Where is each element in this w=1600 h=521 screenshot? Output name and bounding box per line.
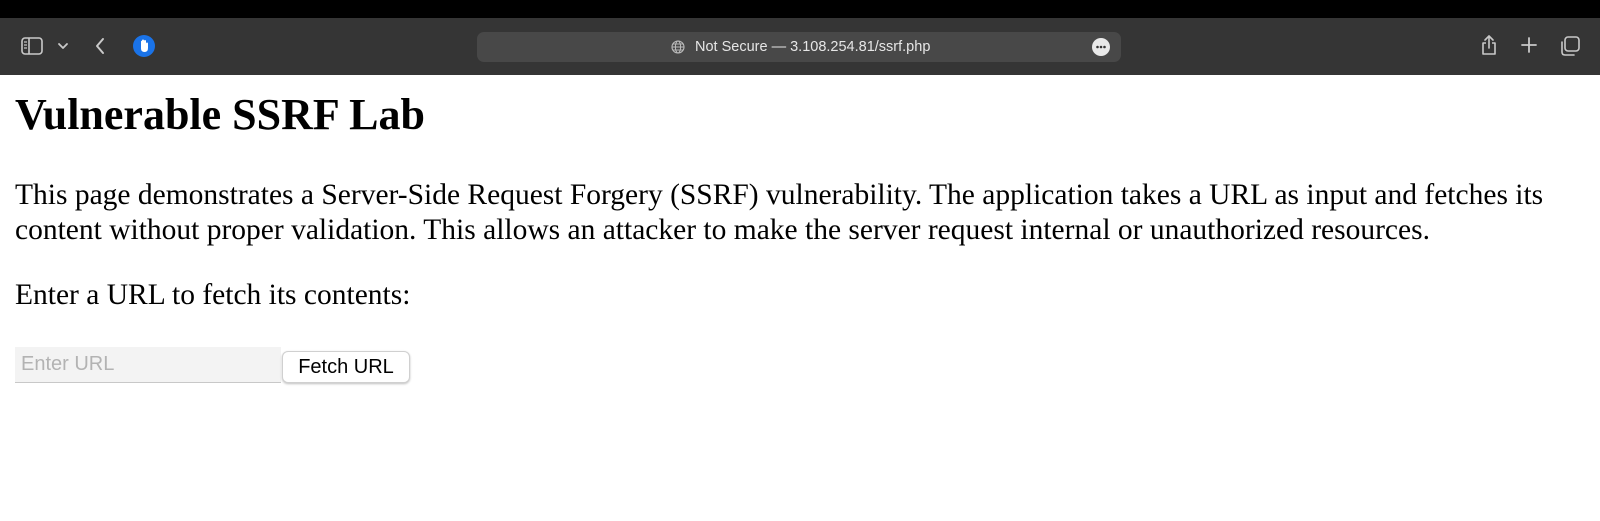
page-description: This page demonstrates a Server-Side Req… — [15, 179, 1544, 246]
browser-toolbar: Not Secure — 3.108.254.81/ssrf.php — [0, 18, 1600, 75]
address-bar[interactable]: Not Secure — 3.108.254.81/ssrf.php — [477, 32, 1121, 62]
address-bar-text: Not Secure — 3.108.254.81/ssrf.php — [695, 32, 930, 62]
plus-icon[interactable] — [1518, 34, 1540, 56]
url-prompt: Enter a URL to fetch its contents: — [15, 279, 411, 311]
tab-overview-icon[interactable] — [1558, 34, 1582, 58]
security-status-label: Not Secure — [695, 39, 768, 55]
fetch-url-button[interactable]: Fetch URL — [282, 351, 410, 383]
share-icon[interactable] — [1478, 32, 1500, 58]
back-arrow-icon[interactable] — [90, 34, 110, 58]
more-options-icon[interactable] — [1092, 38, 1110, 56]
page-url: 3.108.254.81/ssrf.php — [790, 39, 931, 55]
globe-icon — [671, 40, 685, 54]
page-title: Vulnerable SSRF Lab — [15, 90, 425, 139]
chevron-down-icon[interactable] — [56, 36, 70, 56]
sidebar-icon[interactable] — [20, 34, 44, 58]
privacy-shield-icon[interactable] — [131, 33, 157, 59]
address-separator: — — [767, 39, 791, 55]
window-top-edge — [0, 0, 1600, 18]
url-input[interactable] — [15, 347, 281, 383]
